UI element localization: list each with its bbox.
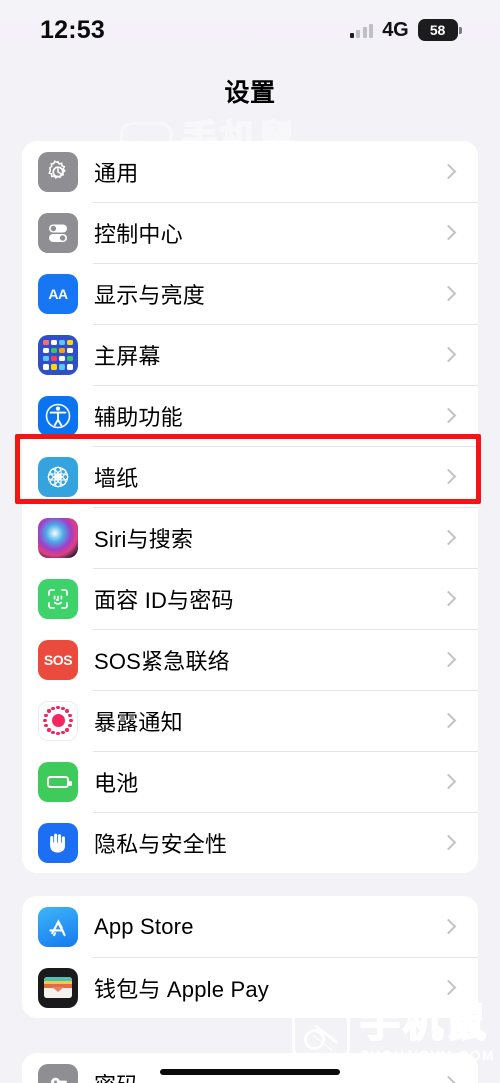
settings-row-accessibility[interactable]: 辅助功能 — [22, 385, 478, 446]
page-title: 设置 — [224, 79, 276, 107]
siri-icon — [38, 517, 78, 558]
wallet-icon — [38, 967, 78, 1008]
settings-row-wallpaper[interactable]: 墙纸 — [22, 446, 478, 507]
status-bar-indicators: 4G 58 — [349, 18, 462, 42]
chevron-right-icon — [440, 712, 457, 728]
chevron-right-icon — [440, 285, 457, 301]
chevron-right-icon — [440, 834, 457, 850]
settings-row-battery[interactable]: 电池 — [22, 751, 478, 812]
aa-badge-label: AA — [48, 285, 68, 302]
home-screen-icon — [38, 334, 78, 375]
sos-badge-label: SOS — [43, 651, 73, 668]
settings-group-3: 密码 — [22, 1053, 478, 1083]
chevron-right-icon — [440, 224, 457, 240]
chevron-right-icon — [440, 529, 457, 545]
settings-row-display-brightness[interactable]: AA 显示与亮度 — [22, 263, 478, 324]
settings-row-label: 辅助功能 — [94, 404, 183, 430]
settings-row-label: Siri与搜索 — [94, 526, 194, 552]
settings-row-label: 面容 ID与密码 — [94, 587, 234, 613]
settings-row-home-screen[interactable]: 主屏幕 — [22, 324, 478, 385]
chevron-right-icon — [440, 407, 457, 423]
chevron-right-icon — [440, 1075, 457, 1083]
settings-row-label: 通用 — [94, 160, 139, 186]
settings-row-wallet-apple-pay[interactable]: 钱包与 Apple Pay — [22, 957, 478, 1018]
battery-icon — [38, 761, 78, 802]
settings-row-emergency-sos[interactable]: SOS SOS紧急联络 — [22, 629, 478, 690]
settings-row-passwords[interactable]: 密码 — [22, 1053, 478, 1083]
settings-row-label: 控制中心 — [94, 221, 183, 247]
wallpaper-icon — [38, 456, 78, 497]
display-brightness-icon: AA — [38, 273, 78, 314]
face-id-icon — [38, 578, 78, 619]
status-bar-time: 12:53 — [40, 15, 105, 44]
home-indicator[interactable] — [160, 1069, 340, 1075]
chevron-right-icon — [440, 651, 457, 667]
settings-row-label: 暴露通知 — [94, 709, 183, 735]
sos-icon: SOS — [38, 639, 78, 680]
settings-row-privacy-security[interactable]: 隐私与安全性 — [22, 812, 478, 873]
chevron-right-icon — [440, 918, 457, 934]
chevron-right-icon — [440, 979, 457, 995]
settings-row-exposure-notifications[interactable]: 暴露通知 — [22, 690, 478, 751]
settings-row-general[interactable]: 通用 — [22, 141, 478, 202]
chevron-right-icon — [440, 163, 457, 179]
settings-screen: 12:53 4G 58 设置 手机鼠 SHOUJISHU.COM — [0, 0, 500, 1083]
privacy-hand-icon — [38, 822, 78, 863]
settings-row-label: 显示与亮度 — [94, 282, 206, 308]
cellular-bars-icon — [349, 22, 374, 38]
chevron-right-icon — [440, 590, 457, 606]
settings-row-label: 墙纸 — [94, 465, 139, 491]
settings-row-siri-search[interactable]: Siri与搜索 — [22, 507, 478, 568]
passwords-key-icon — [38, 1063, 78, 1083]
app-store-icon — [38, 906, 78, 947]
status-bar: 12:53 4G 58 — [0, 0, 500, 60]
battery-tip — [459, 26, 462, 34]
settings-row-label: 密码 — [94, 1068, 138, 1083]
settings-group-1: 通用 控制中心 AA 显示与亮度 主屏幕 辅助功能 墙纸 Siri与搜索 面容 … — [22, 141, 478, 873]
settings-row-label: SOS紧急联络 — [94, 648, 230, 674]
control-center-icon — [38, 212, 78, 253]
exposure-notification-icon — [38, 700, 78, 741]
chevron-right-icon — [440, 773, 457, 789]
chevron-right-icon — [440, 346, 457, 362]
settings-group-2: App Store 钱包与 Apple Pay — [22, 896, 478, 1018]
settings-row-app-store[interactable]: App Store — [22, 896, 478, 957]
settings-row-label: 隐私与安全性 — [94, 831, 228, 857]
battery-status-icon: 58 — [417, 19, 462, 41]
accessibility-icon — [38, 395, 78, 436]
settings-row-label: 主屏幕 — [94, 343, 161, 369]
settings-row-label: App Store — [94, 913, 194, 939]
network-type-label: 4G — [382, 18, 409, 41]
settings-row-face-id-passcode[interactable]: 面容 ID与密码 — [22, 568, 478, 629]
navigation-bar: 设置 — [0, 60, 500, 122]
battery-level-label: 58 — [417, 19, 458, 41]
settings-row-label: 电池 — [94, 770, 139, 796]
settings-row-control-center[interactable]: 控制中心 — [22, 202, 478, 263]
chevron-right-icon — [440, 468, 457, 484]
settings-row-label: 钱包与 Apple Pay — [94, 976, 270, 1002]
gear-icon — [38, 151, 78, 192]
